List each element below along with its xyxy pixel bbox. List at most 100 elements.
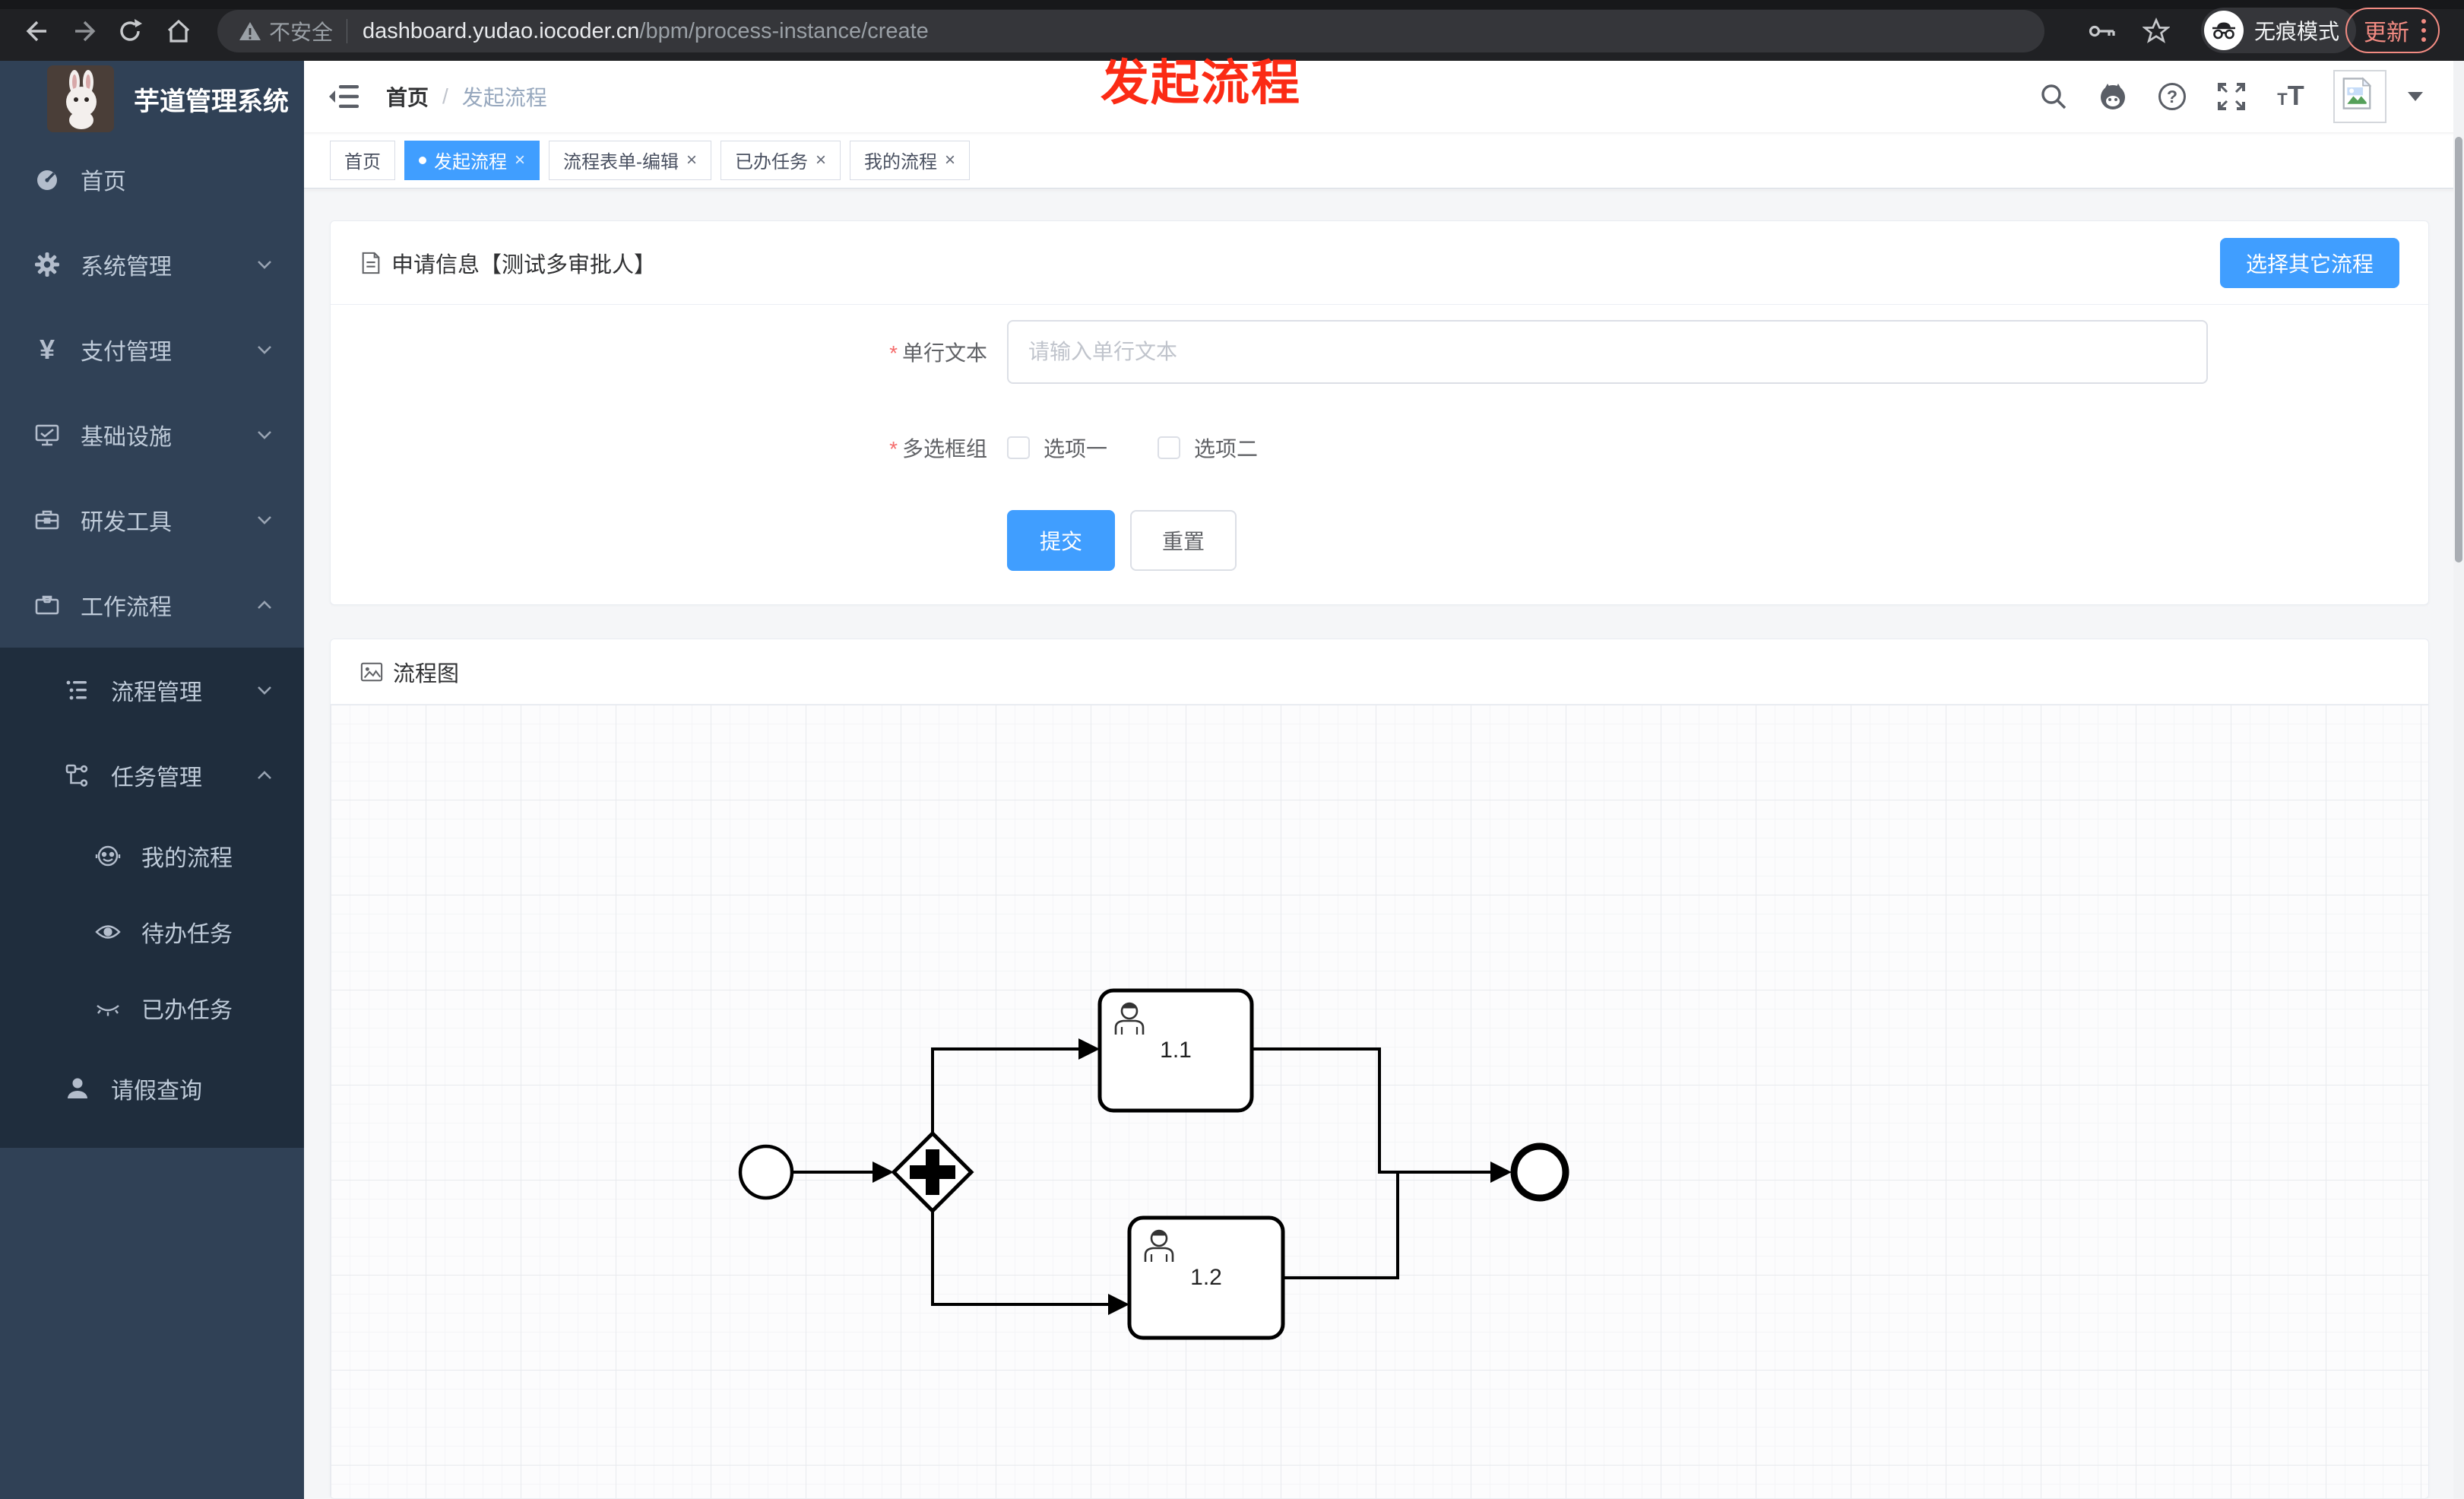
- header-search-button[interactable]: [2037, 80, 2070, 113]
- browser-back-button[interactable]: [21, 17, 50, 46]
- sidebar-item-label: 请假查询: [111, 1079, 202, 1104]
- chrome-update-button[interactable]: 更新: [2345, 8, 2440, 53]
- task-label: 1.1: [1160, 1038, 1192, 1063]
- tab-label: 首页: [344, 152, 381, 173]
- scrollbar-thumb[interactable]: [2455, 137, 2462, 563]
- sidebar-item-process-mgmt[interactable]: 流程管理: [0, 648, 304, 733]
- tab-start-process[interactable]: 发起流程 ×: [404, 140, 540, 180]
- checkbox-option-2[interactable]: 选项二: [1158, 433, 1258, 463]
- reset-button[interactable]: 重置: [1130, 510, 1237, 571]
- sidebar-item-payment[interactable]: ¥ 支付管理: [0, 307, 304, 392]
- help-doc-button[interactable]: ?: [2155, 80, 2189, 113]
- fullscreen-icon: [2218, 83, 2245, 110]
- user-task-1-node[interactable]: 1.1: [1097, 988, 1254, 1113]
- sidebar-item-home[interactable]: 首页: [0, 137, 304, 222]
- sidebar-item-devtools[interactable]: 研发工具: [0, 477, 304, 563]
- tab-my-process[interactable]: 我的流程 ×: [850, 140, 971, 180]
- sidebar-item-task-mgmt[interactable]: 任务管理: [0, 733, 304, 818]
- user-avatar[interactable]: [2333, 70, 2386, 123]
- url-path: /bpm/process-instance/create: [639, 18, 929, 43]
- sidebar-item-label: 我的流程: [141, 846, 233, 871]
- checkbox-group-row: * 多选框组 选项一 选项二: [331, 431, 2428, 464]
- browser-tabstrip: [0, 0, 2464, 9]
- close-icon[interactable]: ×: [686, 151, 697, 170]
- avatar-dropdown-caret[interactable]: [2408, 92, 2423, 101]
- key-icon: [2089, 25, 2115, 37]
- github-icon: [2101, 84, 2125, 109]
- checkbox-icon[interactable]: [1158, 436, 1181, 459]
- yen-icon: ¥: [39, 334, 55, 365]
- bpmn-canvas[interactable]: 1.1 1.2: [331, 705, 2428, 1498]
- checkbox-label: 选项一: [1044, 437, 1108, 461]
- tab-form-edit[interactable]: 流程表单-编辑 ×: [549, 140, 712, 180]
- sidebar-item-label: 基础设施: [81, 425, 172, 450]
- document-icon: [362, 252, 380, 274]
- tab-done-tasks[interactable]: 已办任务 ×: [721, 140, 841, 180]
- checkbox-option-1[interactable]: 选项一: [1007, 433, 1107, 463]
- tab-label: 我的流程: [864, 152, 938, 173]
- chevron-up-icon: [258, 771, 271, 779]
- browser-reload-button[interactable]: [116, 17, 144, 46]
- page-scrollbar[interactable]: [2453, 61, 2464, 1499]
- close-icon[interactable]: ×: [945, 151, 955, 170]
- browser-forward-button[interactable]: [71, 17, 100, 46]
- home-icon: [167, 19, 190, 43]
- parallel-gateway-node[interactable]: [891, 1130, 974, 1214]
- reload-icon: [120, 19, 142, 41]
- bookmark-star-button[interactable]: [2142, 17, 2171, 46]
- active-dot: [419, 156, 426, 164]
- sidebar-item-my-process[interactable]: 我的流程: [0, 818, 304, 894]
- form-actions-row: 提交 重置: [331, 510, 2428, 571]
- sidebar-item-todo-tasks[interactable]: 待办任务: [0, 894, 304, 970]
- close-icon[interactable]: ×: [816, 151, 826, 170]
- apply-info-title: 申请信息【测试多审批人】: [391, 252, 657, 277]
- image-icon: [360, 662, 383, 681]
- start-event-node[interactable]: [738, 1144, 794, 1200]
- close-icon[interactable]: ×: [515, 151, 525, 170]
- security-label: 不安全: [269, 21, 334, 44]
- chevron-down-icon: [258, 516, 271, 524]
- breadcrumb-current: 发起流程: [461, 86, 547, 109]
- checkbox-icon[interactable]: [1007, 436, 1030, 459]
- choose-other-process-button[interactable]: 选择其它流程: [2219, 237, 2399, 288]
- dashboard-icon: [37, 170, 57, 190]
- sidebar-item-leave-query[interactable]: 请假查询: [0, 1046, 304, 1131]
- fullscreen-button[interactable]: [2215, 80, 2248, 113]
- checkbox-label: 选项二: [1194, 437, 1259, 461]
- github-link-button[interactable]: [2096, 80, 2130, 113]
- browser-menu-icon[interactable]: [2421, 19, 2426, 42]
- hamburger-fold-icon: [329, 85, 359, 108]
- chevron-down-icon: [258, 261, 271, 269]
- password-manager-button[interactable]: [2089, 17, 2117, 46]
- end-event-node[interactable]: [1510, 1142, 1569, 1202]
- tree-list-icon: [66, 680, 87, 700]
- font-size-small-glyph: T: [2277, 90, 2288, 109]
- single-line-text-input[interactable]: [1007, 320, 2208, 384]
- sidebar-item-system[interactable]: 系统管理: [0, 222, 304, 307]
- breadcrumb-home[interactable]: 首页: [386, 81, 429, 112]
- app-title: 芋道管理系统: [134, 87, 289, 116]
- browser-home-button[interactable]: [164, 17, 193, 46]
- process-diagram-header: 流程图: [331, 639, 2428, 705]
- forward-arrow-icon: [75, 21, 96, 42]
- sidebar-item-infra[interactable]: 基础设施: [0, 392, 304, 477]
- not-secure-warning-icon: [239, 22, 261, 40]
- sidebar-logo-row[interactable]: 芋道管理系统: [0, 61, 304, 137]
- workflow-submenu: 流程管理 任务管理 我的流程 待办任务 已办任务 请假查询: [0, 648, 304, 1148]
- user-icon: [68, 1078, 87, 1098]
- screenshot-annotation: 发起流程: [1101, 55, 1301, 110]
- sidebar-item-label: 待办任务: [141, 922, 233, 947]
- user-task-2-node[interactable]: 1.2: [1127, 1215, 1285, 1340]
- sidebar-item-label: 工作流程: [81, 595, 172, 620]
- sidebar-collapse-button[interactable]: [327, 81, 362, 112]
- robot-face-icon: [95, 845, 121, 867]
- font-size-button[interactable]: TT: [2274, 80, 2307, 113]
- question-circle-icon: ?: [2158, 83, 2186, 110]
- sidebar-item-workflow[interactable]: 工作流程: [0, 563, 304, 648]
- submit-button[interactable]: 提交: [1007, 510, 1115, 571]
- sidebar-item-done-tasks[interactable]: 已办任务: [0, 970, 304, 1046]
- text-field-row: * 单行文本: [331, 320, 2428, 384]
- tab-home[interactable]: 首页: [330, 140, 395, 180]
- checkbox-group-label: * 多选框组: [889, 437, 987, 461]
- sidebar-item-label: 研发工具: [81, 510, 172, 535]
